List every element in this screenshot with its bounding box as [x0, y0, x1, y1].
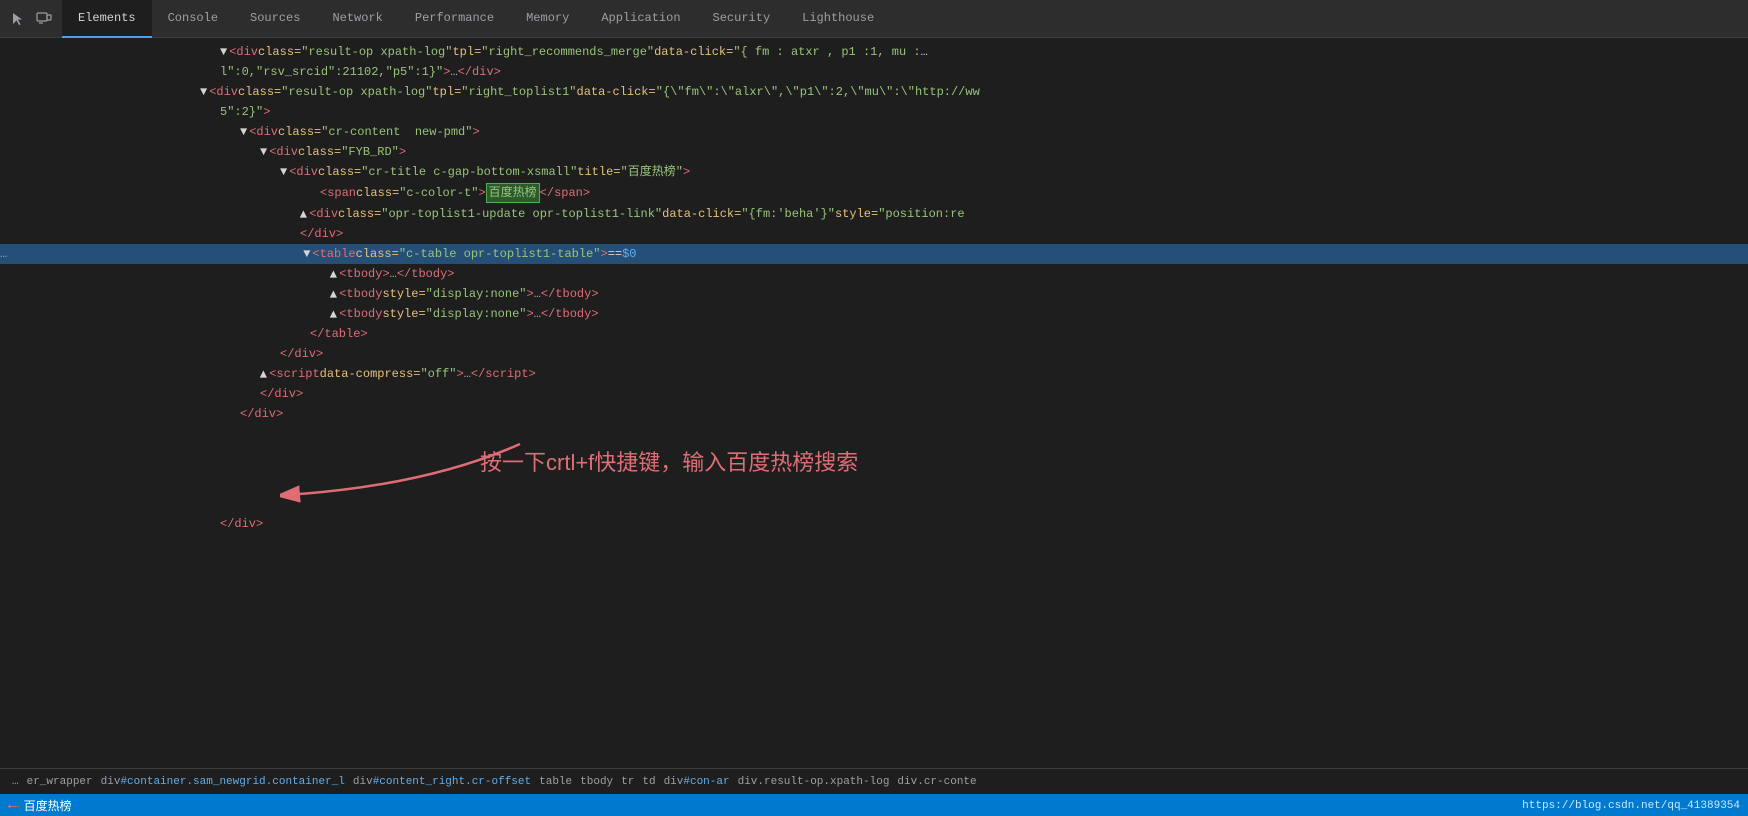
expand-triangle[interactable]: ▶ [255, 370, 273, 377]
html-line[interactable]: l":0,"rsv_srcid":21102,"p5":1}">…</div> [0, 62, 1748, 82]
expand-triangle[interactable]: ▼ [240, 123, 247, 141]
breadcrumb-item[interactable]: div.cr-conte [893, 776, 980, 788]
tab-memory[interactable]: Memory [510, 0, 585, 38]
breadcrumb-item[interactable]: div#container.sam_newgrid.container_l [97, 776, 349, 788]
html-line[interactable]: <span class="c-color-t">百度热榜</span> [0, 182, 1748, 204]
html-line[interactable]: ▶ <tbody style="display:none">…</tbody> [0, 284, 1748, 304]
annotation-arrow [280, 424, 530, 514]
expand-triangle[interactable]: ▼ [200, 83, 207, 101]
tab-elements[interactable]: Elements [62, 0, 152, 38]
expand-triangle[interactable]: ▶ [295, 210, 313, 217]
html-line-selected[interactable]: … ▼ <table class="c-table opr-toplist1-t… [0, 244, 1748, 264]
html-line[interactable]: ▶ <tbody style="display:none">…</tbody> [0, 304, 1748, 324]
expand-triangle[interactable]: ▼ [280, 163, 287, 181]
breadcrumb-item[interactable]: tr [617, 776, 638, 788]
html-line[interactable]: ▶ <div class="opr-toplist1-update opr-to… [0, 204, 1748, 224]
selected-text: 百度热榜 [486, 183, 540, 203]
breadcrumb-item[interactable]: div#content_right.cr-offset [349, 776, 535, 788]
cursor-icon[interactable] [8, 9, 28, 29]
html-line[interactable]: </div> [0, 224, 1748, 244]
html-line[interactable]: </div> [0, 344, 1748, 364]
tab-application[interactable]: Application [585, 0, 696, 38]
breadcrumb-item[interactable]: div.result-op.xpath-log [734, 776, 894, 788]
device-icon[interactable] [34, 9, 54, 29]
toolbar-icons [0, 0, 62, 37]
html-line[interactable]: ▶ <tbody>…</tbody> [0, 264, 1748, 284]
expand-triangle[interactable]: ▼ [303, 245, 310, 263]
annotation-text: 按一下crtl+f快捷键，输入百度热榜搜索 [480, 454, 858, 472]
expand-triangle[interactable]: ▶ [325, 270, 343, 277]
html-line[interactable]: ▼ <div class="FYB_RD"> [0, 142, 1748, 162]
annotation-area: 按一下crtl+f快捷键，输入百度热榜搜索 [0, 424, 1748, 514]
breadcrumb-item[interactable]: tbody [576, 776, 617, 788]
html-line[interactable]: </div> [0, 384, 1748, 404]
tab-sources[interactable]: Sources [234, 0, 316, 38]
html-line[interactable]: </table> [0, 324, 1748, 344]
breadcrumb-item[interactable]: div#con-ar [660, 776, 734, 788]
status-bar: ← 百度热榜 https://blog.csdn.net/qq_41389354 [0, 794, 1748, 816]
tab-lighthouse[interactable]: Lighthouse [786, 0, 890, 38]
tab-bar: Elements Console Sources Network Perform… [0, 0, 1748, 38]
html-line[interactable]: </div> [0, 404, 1748, 424]
html-line[interactable]: ▼ <div class="cr-content new-pmd"> [0, 122, 1748, 142]
tab-network[interactable]: Network [316, 0, 398, 38]
tab-performance[interactable]: Performance [399, 0, 510, 38]
elements-panel[interactable]: ▼ <div class="result-op xpath-log" tpl="… [0, 38, 1748, 768]
html-line[interactable]: </div> [0, 514, 1748, 534]
expand-triangle[interactable]: ▶ [325, 310, 343, 317]
expand-triangle[interactable]: ▼ [220, 43, 227, 61]
html-line[interactable]: 5":2}"> [0, 102, 1748, 122]
breadcrumb-item[interactable]: … [8, 776, 23, 788]
breadcrumb-bar: … er_wrapper div#container.sam_newgrid.c… [0, 768, 1748, 794]
status-left: ← 百度热榜 [8, 796, 72, 814]
expand-triangle[interactable]: ▶ [325, 290, 343, 297]
html-line[interactable]: ▼ <div class="result-op xpath-log" tpl="… [0, 42, 1748, 62]
tab-console[interactable]: Console [152, 0, 234, 38]
tab-security[interactable]: Security [697, 0, 787, 38]
main-content: ▼ <div class="result-op xpath-log" tpl="… [0, 38, 1748, 816]
html-line[interactable]: ▼ <div class="result-op xpath-log" tpl="… [0, 82, 1748, 102]
breadcrumb-item[interactable]: table [535, 776, 576, 788]
status-url: https://blog.csdn.net/qq_41389354 [1522, 798, 1740, 812]
breadcrumb-item[interactable]: er_wrapper [23, 776, 97, 788]
expand-triangle[interactable]: ▼ [260, 143, 267, 161]
html-line[interactable]: ▶ <script data-compress="off">…</script> [0, 364, 1748, 384]
status-arrow-icon: ← [8, 796, 18, 814]
status-text: 百度热榜 [24, 797, 72, 814]
html-line[interactable]: ▼ <div class="cr-title c-gap-bottom-xsma… [0, 162, 1748, 182]
breadcrumb-item[interactable]: td [638, 776, 659, 788]
